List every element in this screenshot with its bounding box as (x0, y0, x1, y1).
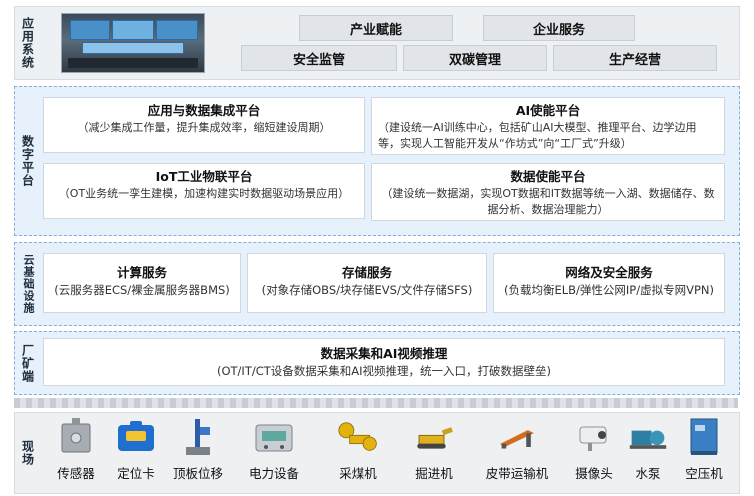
sensor-icon (56, 417, 96, 457)
water-pump-icon (628, 417, 668, 457)
safety-supervision-button[interactable]: 安全监管 (241, 45, 397, 71)
device-power-equipment[interactable]: 电力设备 (241, 417, 307, 489)
control-center-photo (61, 13, 205, 73)
data-collection-card[interactable]: 数据采集和AI视频推理 (OT/IT/CT设备数据采集和AI视频推理，统一入口，… (43, 338, 725, 386)
ai-enablement-card[interactable]: AI使能平台 （建设统一AI训练中心，包括矿山AI大模型、推理平台、边学边用等，… (371, 97, 725, 155)
air-compressor-icon (684, 417, 724, 457)
device-locator-card[interactable]: 定位卡 (103, 417, 169, 489)
card-title: IoT工业物联平台 (155, 169, 253, 184)
roadheader-icon (414, 417, 454, 457)
device-roof-displacement[interactable]: 顶板位移 (165, 417, 231, 489)
layer-label-application-system: 应用系统 (20, 17, 35, 69)
card-desc: （建设统一AI训练中心，包括矿山AI大模型、推理平台、边学边用等，实现人工智能开… (378, 121, 697, 150)
device-sensor[interactable]: 传感器 (43, 417, 109, 489)
card-title: 应用与数据集成平台 (147, 103, 261, 118)
card-desc: （建设统一数据湖，实现OT数据和IT数据等统一入湖、数据储存、数据分析、数据治理… (381, 187, 715, 216)
card-desc: (云服务器ECS/裸金属服务器BMS) (54, 283, 230, 297)
enterprise-service-button[interactable]: 企业服务 (483, 15, 635, 41)
compute-service-card[interactable]: 计算服务 (云服务器ECS/裸金属服务器BMS) (43, 253, 241, 313)
card-desc: （OT业务统一孪生建模，加速构建实时数据驱动场景应用） (58, 187, 350, 200)
dual-carbon-button[interactable]: 双碳管理 (403, 45, 547, 71)
application-system-layer: 应用系统 产业赋能 企业服务 安全监管 双碳管理 生产经营 (14, 6, 740, 80)
network-security-card[interactable]: 网络及安全服务 (负载均衡ELB/弹性公网IP/虚拟专网VPN) (493, 253, 725, 313)
layer-divider (14, 398, 738, 408)
card-title: 数据使能平台 (510, 169, 586, 184)
roof-displacement-icon (178, 417, 218, 457)
card-desc: (OT/IT/CT设备数据采集和AI视频推理，统一入口，打破数据壁垒) (216, 364, 552, 378)
device-shearer[interactable]: 采煤机 (325, 417, 391, 489)
card-title: 网络及安全服务 (565, 265, 653, 280)
device-label: 采煤机 (339, 466, 377, 481)
card-title: 计算服务 (116, 265, 167, 280)
power-equipment-icon (254, 417, 294, 457)
layer-label-digital-platform: 数字平台 (20, 135, 35, 187)
app-data-integration-card[interactable]: 应用与数据集成平台 （减少集成工作量，提升集成效率，缩短建设周期） (43, 97, 365, 153)
card-desc: （减少集成工作量，提升集成效率，缩短建设周期） (77, 121, 331, 134)
locator-card-icon (116, 417, 156, 457)
card-title: AI使能平台 (515, 103, 581, 118)
field-layer: 现场 传感器 定位卡 顶板位移 电力设备 采煤机 掘进机 皮带运输机 摄像头 水… (14, 412, 740, 494)
card-desc: (对象存储OBS/块存储EVS/文件存储SFS) (261, 283, 473, 297)
device-label: 皮带运输机 (485, 466, 549, 481)
card-desc: (负载均衡ELB/弹性公网IP/虚拟专网VPN) (503, 283, 714, 297)
layer-label-field: 现场 (20, 440, 35, 466)
device-label: 定位卡 (117, 466, 155, 481)
cloud-infrastructure-layer: 云基础设施 计算服务 (云服务器ECS/裸金属服务器BMS) 存储服务 (对象存… (14, 242, 740, 326)
digital-platform-layer: 数字平台 应用与数据集成平台 （减少集成工作量，提升集成效率，缩短建设周期） A… (14, 86, 740, 236)
layer-label-cloud: 云基础设施 (22, 254, 35, 314)
shearer-icon (338, 417, 378, 457)
data-enablement-card[interactable]: 数据使能平台 （建设统一数据湖，实现OT数据和IT数据等统一入湖、数据储存、数据… (371, 163, 725, 221)
device-roadheader[interactable]: 掘进机 (401, 417, 467, 489)
device-air-compressor[interactable]: 空压机 (671, 417, 737, 489)
device-label: 电力设备 (248, 466, 299, 481)
device-label: 掘进机 (415, 466, 453, 481)
layer-label-factory: 厂矿端 (20, 343, 35, 383)
industry-empowerment-button[interactable]: 产业赋能 (299, 15, 453, 41)
storage-service-card[interactable]: 存储服务 (对象存储OBS/块存储EVS/文件存储SFS) (247, 253, 487, 313)
device-label: 顶板位移 (172, 466, 223, 481)
card-title: 存储服务 (341, 265, 392, 280)
belt-conveyor-icon (497, 417, 537, 457)
card-title: 数据采集和AI视频推理 (320, 346, 448, 361)
device-label: 传感器 (57, 466, 95, 481)
camera-icon (574, 417, 614, 457)
production-operation-button[interactable]: 生产经营 (553, 45, 717, 71)
factory-edge-layer: 厂矿端 数据采集和AI视频推理 (OT/IT/CT设备数据采集和AI视频推理，统… (14, 331, 740, 395)
iot-platform-card[interactable]: IoT工业物联平台 （OT业务统一孪生建模，加速构建实时数据驱动场景应用） (43, 163, 365, 219)
device-belt-conveyor[interactable]: 皮带运输机 (477, 417, 557, 489)
device-label: 空压机 (685, 466, 723, 481)
